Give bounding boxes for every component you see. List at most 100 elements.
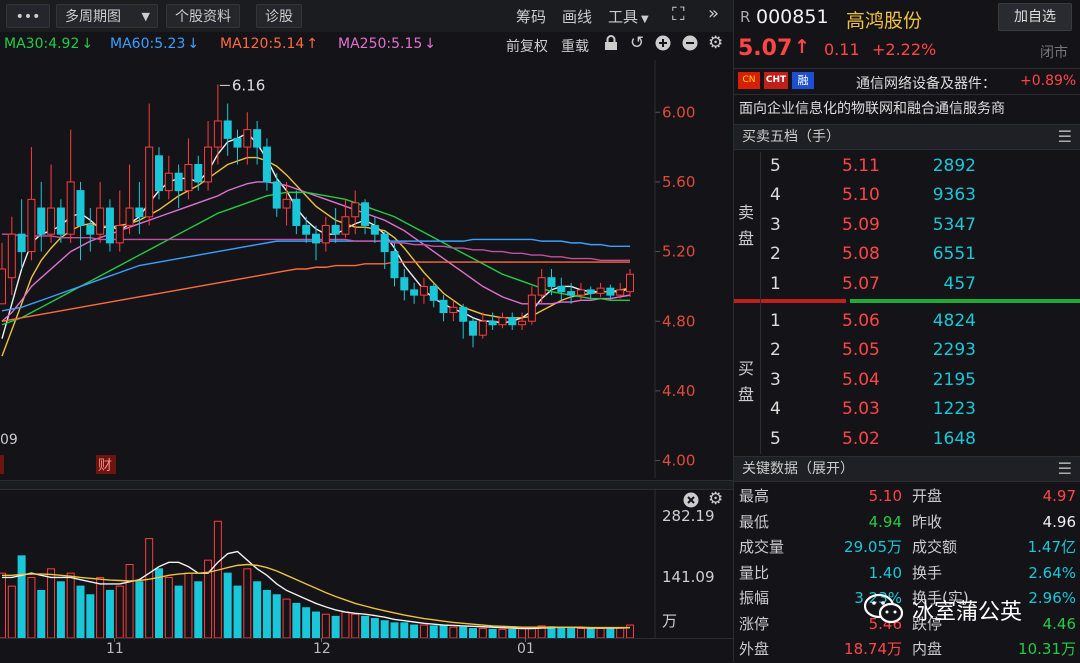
candle[interactable]	[439, 295, 448, 322]
draw-button[interactable]: 画线	[562, 6, 592, 27]
order-book-header[interactable]: 买卖五档（手） ☰	[734, 124, 1080, 150]
ask-level-row[interactable]: 1 5.07 457	[760, 270, 1080, 299]
candle[interactable]	[557, 277, 566, 301]
candle[interactable]	[478, 312, 487, 339]
menu-icon[interactable]: ☰	[1058, 125, 1072, 149]
candle[interactable]	[27, 147, 36, 261]
volume-bar	[370, 618, 379, 638]
bid-level-row[interactable]: 3 5.04 2195	[760, 366, 1080, 395]
candle[interactable]	[596, 282, 605, 297]
candle[interactable]	[184, 138, 193, 200]
candle[interactable]	[469, 317, 477, 348]
chips-button[interactable]: 筹码	[516, 6, 546, 27]
candle[interactable]	[272, 173, 281, 217]
candle[interactable]	[429, 282, 438, 308]
candle[interactable]	[125, 164, 134, 235]
candle[interactable]	[164, 155, 173, 200]
menu-icon[interactable]: ☰	[1058, 457, 1072, 481]
candle[interactable]	[17, 199, 26, 269]
candle[interactable]	[155, 147, 163, 200]
candle-body	[576, 289, 585, 296]
candle[interactable]	[0, 242, 6, 305]
ask-level-row[interactable]: 4 5.10 9363	[760, 181, 1080, 210]
bid-level-row[interactable]: 4 5.03 1223	[760, 395, 1080, 424]
volume-bar	[164, 576, 173, 638]
candle[interactable]	[145, 103, 154, 226]
industry-name[interactable]: 通信网络设备及器件：	[856, 73, 996, 93]
candle[interactable]	[459, 303, 468, 339]
candle[interactable]	[518, 312, 527, 330]
bid-ratio	[850, 299, 1080, 303]
candle[interactable]	[174, 164, 183, 209]
candle[interactable]	[37, 181, 46, 252]
candle[interactable]	[527, 286, 536, 325]
candle[interactable]	[498, 312, 507, 329]
candle[interactable]	[410, 282, 419, 304]
period-dropdown[interactable]: 多周期图 ▼	[56, 4, 158, 28]
candle[interactable]	[586, 286, 595, 299]
candle[interactable]	[86, 208, 95, 252]
overlay-button[interactable]: 重载	[561, 36, 589, 56]
bid-level-row[interactable]: 1 5.06 4824	[760, 307, 1080, 336]
financial-report-marker[interactable]: 财	[96, 455, 116, 474]
candle[interactable]	[135, 181, 144, 235]
candle[interactable]	[508, 312, 517, 330]
candle[interactable]	[400, 269, 409, 301]
stock-info-button[interactable]: 个股资料	[166, 4, 240, 28]
double-chevron-right-icon[interactable]: »	[708, 3, 719, 24]
candle[interactable]	[243, 112, 252, 165]
adjust-button[interactable]: 前复权	[506, 36, 548, 56]
zoom-out-icon[interactable]	[682, 35, 698, 55]
key-data-header[interactable]: 关键数据（展开） ☰	[734, 456, 1080, 482]
more-button[interactable]: •••	[6, 4, 50, 28]
ask-level-row[interactable]: 3 5.09 5347	[760, 211, 1080, 240]
ma-legend-item[interactable]: MA120:5.14 ↑	[220, 36, 318, 52]
diagnose-button[interactable]: 诊股	[256, 4, 302, 28]
candle[interactable]	[449, 300, 458, 322]
price-chart[interactable]: 6.00 5.60 5.20 4.80 4.40 4.00 6.16 09 财	[0, 60, 733, 478]
lock-icon[interactable]	[604, 35, 618, 55]
tools-button[interactable]: 工具 ▼	[608, 6, 649, 27]
candle[interactable]	[537, 269, 546, 304]
candle[interactable]	[47, 164, 56, 243]
ma-legend-item[interactable]: MA250:5.15 ↓	[338, 36, 436, 52]
candle[interactable]	[370, 216, 379, 243]
candle[interactable]	[419, 277, 428, 304]
bid-level-row[interactable]: 5 5.02 1648	[760, 425, 1080, 454]
ask-level-row[interactable]: 2 5.08 6551	[760, 240, 1080, 269]
expand-icon[interactable]: ⛶	[672, 4, 685, 25]
ma-legend-item[interactable]: MA30:4.92 ↓	[4, 36, 93, 52]
candle[interactable]	[233, 129, 242, 165]
candle[interactable]	[194, 155, 203, 191]
volume-bar	[400, 622, 409, 638]
bid-level-row[interactable]: 2 5.05 2293	[760, 336, 1080, 365]
candle[interactable]	[223, 103, 232, 156]
candle[interactable]	[96, 181, 105, 243]
candle[interactable]	[626, 269, 634, 297]
candle[interactable]	[204, 120, 213, 191]
candle[interactable]	[292, 190, 301, 235]
add-watchlist-button[interactable]: 加自选	[998, 3, 1072, 31]
close-indicator-icon[interactable]	[683, 492, 699, 512]
candle[interactable]	[361, 199, 370, 235]
candle-body	[557, 285, 566, 293]
candle[interactable]	[390, 242, 399, 287]
candle[interactable]	[331, 208, 340, 243]
volume-bar	[547, 626, 556, 638]
undo-icon[interactable]: ↺	[630, 33, 644, 53]
ma-legend-item[interactable]: MA60:5.23 ↓	[110, 36, 199, 52]
candle[interactable]	[321, 216, 330, 252]
candle[interactable]	[115, 190, 124, 252]
zoom-in-icon[interactable]	[655, 35, 671, 55]
settings-gear-icon[interactable]: ⚙	[708, 33, 723, 53]
candle[interactable]	[76, 181, 85, 261]
key-data-label: 最高	[739, 487, 770, 505]
volume-bar	[596, 627, 605, 638]
ask-level-row[interactable]: 5 5.11 2892	[760, 152, 1080, 181]
candle[interactable]	[213, 84, 222, 165]
candle[interactable]	[105, 199, 114, 252]
indicator-settings-icon[interactable]: ⚙	[708, 489, 723, 509]
volume-chart[interactable]: 282.19141.09	[0, 488, 733, 638]
candle[interactable]	[7, 216, 16, 296]
candle[interactable]	[66, 129, 75, 243]
